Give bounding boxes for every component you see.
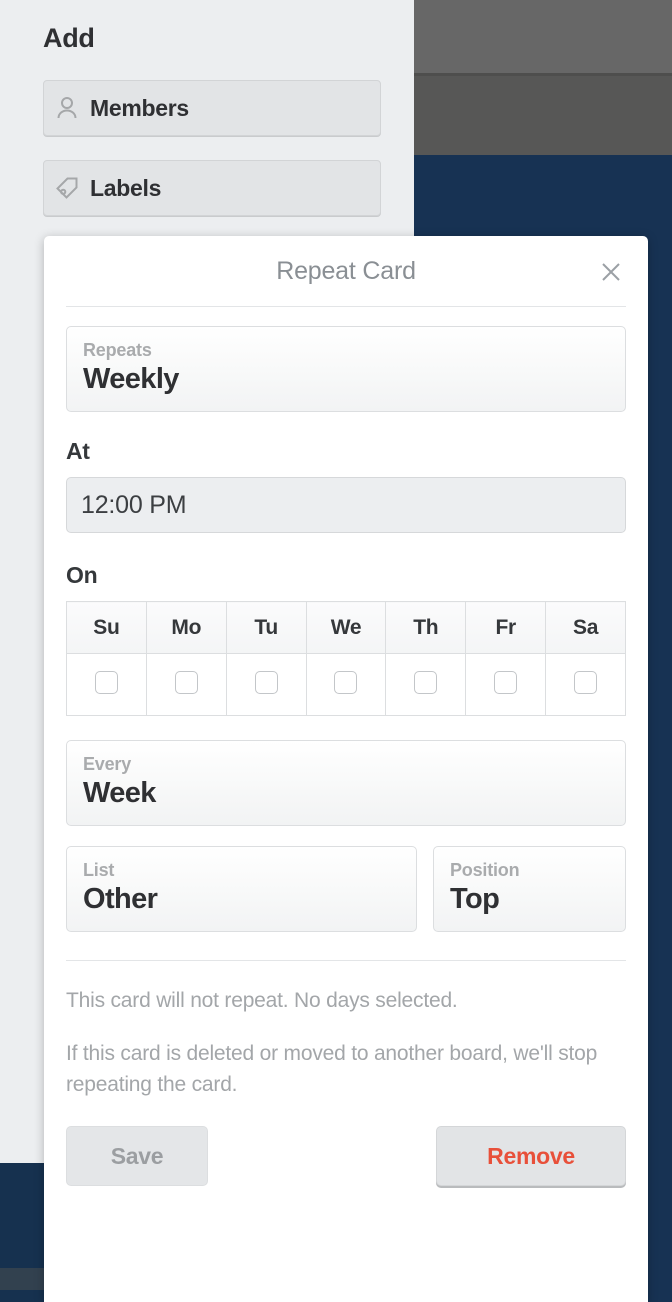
day-cell-mo <box>145 653 227 716</box>
list-label: List <box>83 860 115 880</box>
person-icon <box>44 96 90 120</box>
footer-divider <box>66 960 626 961</box>
day-checkbox-sa[interactable] <box>574 670 598 694</box>
day-cell-sa <box>545 653 626 716</box>
day-cell-we <box>305 653 387 716</box>
repeats-value: Weekly <box>83 363 179 395</box>
repeats-label: Repeats <box>83 340 152 360</box>
day-checkbox-su[interactable] <box>94 670 118 694</box>
day-header-fr: Fr <box>465 601 547 654</box>
day-header-su: Su <box>66 601 147 654</box>
add-members-label: Members <box>90 94 189 121</box>
position-label: Position <box>450 860 520 880</box>
day-header-we: We <box>305 601 387 654</box>
day-header-tu: Tu <box>225 601 307 654</box>
list-position-row: List Other Position Top <box>66 846 626 932</box>
repeat-status-text: This card will not repeat. No days selec… <box>66 989 458 1012</box>
repeat-disclaimer-text: If this card is deleted or moved to anot… <box>66 1042 598 1096</box>
day-cell-su <box>66 653 147 716</box>
repeats-select[interactable]: Repeats Weekly <box>66 326 626 412</box>
every-label: Every <box>83 754 132 774</box>
remove-button[interactable]: Remove <box>436 1126 626 1186</box>
day-checkbox-tu[interactable] <box>254 670 278 694</box>
day-header-mo: Mo <box>145 601 227 654</box>
list-value: Other <box>83 883 158 915</box>
at-time-input[interactable] <box>66 477 626 533</box>
board-band-top <box>414 0 672 76</box>
days-of-week-table: Su Mo Tu We Th Fr Sa <box>66 601 626 716</box>
dialog-body: Repeats Weekly At On Su Mo Tu We Th Fr <box>44 326 648 1186</box>
dialog-header: Repeat Card <box>44 236 648 306</box>
dialog-footer: Save Remove <box>66 1126 626 1186</box>
days-header-row: Su Mo Tu We Th Fr Sa <box>66 601 626 654</box>
tag-icon <box>44 176 90 200</box>
every-value: Week <box>83 777 156 809</box>
day-header-sa: Sa <box>545 601 626 654</box>
day-cell-tu <box>225 653 307 716</box>
position-value: Top <box>450 883 500 915</box>
day-checkbox-mo[interactable] <box>174 670 198 694</box>
save-button[interactable]: Save <box>66 1126 208 1186</box>
day-cell-fr <box>465 653 547 716</box>
dialog-title: Repeat Card <box>276 256 416 285</box>
day-checkbox-fr[interactable] <box>494 670 518 694</box>
close-icon[interactable] <box>594 255 628 289</box>
every-select[interactable]: Every Week <box>66 740 626 826</box>
list-select[interactable]: List Other <box>66 846 417 932</box>
add-members-button[interactable]: Members <box>43 80 381 136</box>
day-cell-th <box>385 653 467 716</box>
day-checkbox-we[interactable] <box>334 670 358 694</box>
add-labels-label: Labels <box>90 174 162 201</box>
add-labels-button[interactable]: Labels <box>43 160 381 216</box>
position-select[interactable]: Position Top <box>433 846 626 932</box>
days-checkbox-row <box>66 653 626 716</box>
day-checkbox-th[interactable] <box>414 670 438 694</box>
left-board-slate-strip <box>0 1268 46 1290</box>
day-header-th: Th <box>385 601 467 654</box>
app-screen: Add Members Labels Repeat Card Repeats W… <box>0 0 672 1302</box>
header-divider <box>66 306 626 307</box>
on-label: On <box>66 562 98 588</box>
at-label: At <box>66 438 90 464</box>
repeat-card-dialog: Repeat Card Repeats Weekly At On <box>44 236 648 1302</box>
board-band-second <box>414 76 672 155</box>
page-title: Add <box>43 23 95 53</box>
